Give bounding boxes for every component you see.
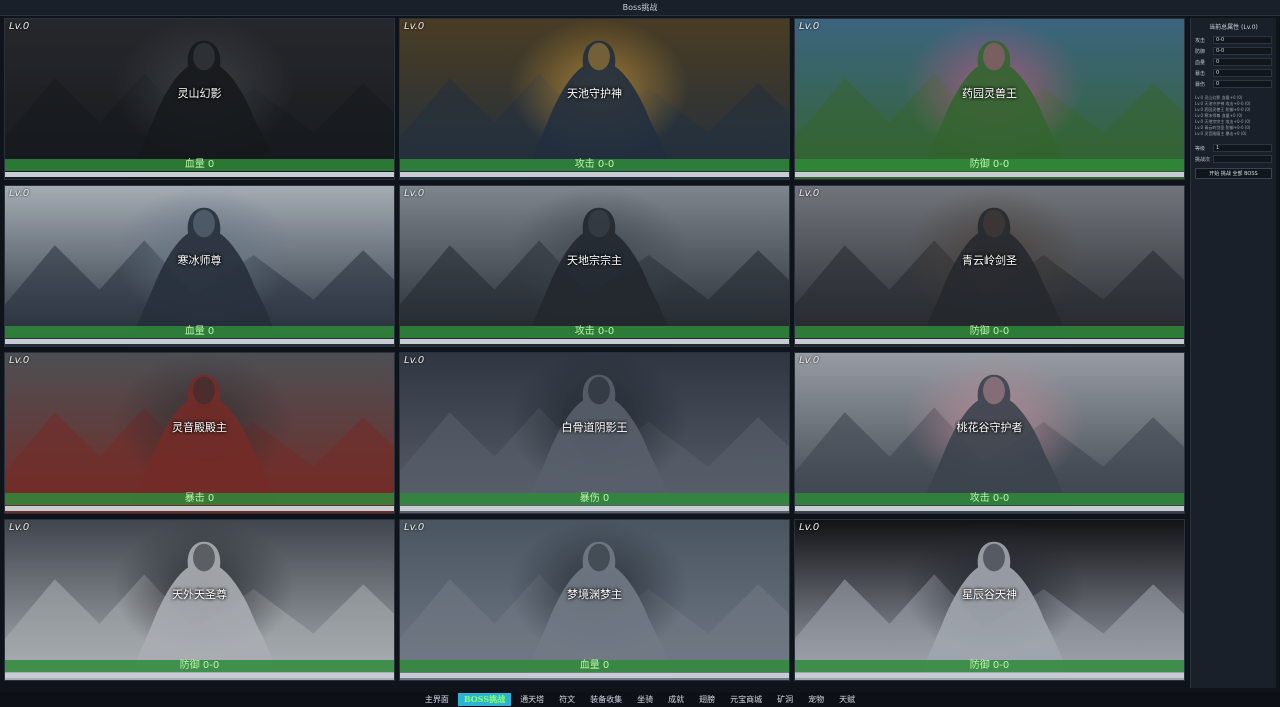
boss-name: 桃花谷守护者 — [956, 421, 1023, 434]
tab-shop[interactable]: 元宝商城 — [724, 693, 768, 706]
boss-stat: 攻击 0-0 — [400, 159, 789, 171]
boss-card[interactable]: Lv.0 天地宗宗主攻击 0-0 — [399, 185, 790, 347]
boss-level: Lv.0 — [404, 522, 425, 533]
tab-boss[interactable]: BOSS挑战 — [457, 693, 512, 706]
stat-row-hp: 血量 0 — [1195, 57, 1272, 67]
boss-level: Lv.0 — [9, 522, 30, 533]
boss-level: Lv.0 — [404, 355, 425, 366]
boss-name: 寒冰师尊 — [177, 254, 222, 267]
stats-panel: 当前总属性 (Lv.0) 攻击 0-0 防御 0-0 血量 0 暴击 0 暴伤 0 Lv.… — [1190, 18, 1276, 688]
boss-name: 药园灵兽王 — [962, 87, 1017, 100]
count-input[interactable] — [1213, 155, 1272, 163]
boss-card[interactable]: Lv.0 天池守护神攻击 0-0 — [399, 18, 790, 180]
boss-progress-bar — [5, 172, 394, 177]
boss-level: Lv.0 — [799, 522, 820, 533]
boss-progress-bar — [5, 339, 394, 344]
boss-progress-bar — [400, 506, 789, 511]
tab-tower[interactable]: 通天塔 — [514, 693, 550, 706]
boss-name: 梦境渊梦主 — [567, 588, 622, 601]
tab-pet[interactable]: 宠物 — [802, 693, 830, 706]
boss-card[interactable]: Lv.0 青云岭剑圣防御 0-0 — [794, 185, 1185, 347]
window-title: Boss挑战 — [0, 0, 1280, 16]
boss-stat: 防御 0-0 — [795, 660, 1184, 672]
boss-progress-bar — [795, 172, 1184, 177]
stats-panel-title: 当前总属性 (Lv.0) — [1209, 24, 1258, 31]
boss-stat: 血量 0 — [5, 326, 394, 338]
boss-stat: 防御 0-0 — [795, 326, 1184, 338]
boss-progress-bar — [5, 673, 394, 678]
boss-level: Lv.0 — [9, 21, 30, 32]
boss-progress-bar — [400, 172, 789, 177]
boss-name: 青云岭剑圣 — [962, 254, 1017, 267]
boss-stat: 血量 0 — [400, 660, 789, 672]
tab-mine[interactable]: 矿洞 — [771, 693, 799, 706]
boss-name: 天池守护神 — [567, 87, 622, 100]
boss-progress-bar — [5, 506, 394, 511]
boss-card[interactable]: Lv.0 药园灵兽王防御 0-0 — [794, 18, 1185, 180]
boss-level: Lv.0 — [799, 355, 820, 366]
boss-stat: 防御 0-0 — [795, 159, 1184, 171]
boss-progress-bar — [795, 506, 1184, 511]
boss-stat: 暴伤 0 — [400, 493, 789, 505]
boss-card[interactable]: Lv.0 天外天圣尊防御 0-0 — [4, 519, 395, 681]
boss-level: Lv.0 — [799, 188, 820, 199]
battle-log: Lv.0 灵山幻影 血量+0 (0) Lv.0 天池守护神 攻击+0-0 (0)… — [1195, 95, 1272, 137]
boss-stat: 防御 0-0 — [5, 660, 394, 672]
boss-card[interactable]: Lv.0 星辰谷天神防御 0-0 — [794, 519, 1185, 681]
boss-card[interactable]: Lv.0 白骨道阴影王暴伤 0 — [399, 352, 790, 514]
boss-card[interactable]: Lv.0 灵山幻影血量 0 — [4, 18, 395, 180]
challenge-all-button[interactable]: 开始 挑战 全部 BOSS — [1195, 168, 1272, 179]
bottom-nav: 主界面 BOSS挑战 通天塔 符文 装备收集 坐骑 成就 翅膀 元宝商城 矿洞 … — [0, 692, 1280, 707]
boss-progress-bar — [795, 339, 1184, 344]
log-line: Lv.0 灵音殿殿主 暴击+0 (0) — [1195, 131, 1247, 136]
boss-level: Lv.0 — [404, 21, 425, 32]
tab-mount[interactable]: 坐骑 — [631, 693, 659, 706]
boss-card[interactable]: Lv.0 灵音殿殿主暴击 0 — [4, 352, 395, 514]
boss-level: Lv.0 — [404, 188, 425, 199]
boss-stat: 暴击 0 — [5, 493, 394, 505]
tab-rune[interactable]: 符文 — [553, 693, 581, 706]
tab-main[interactable]: 主界面 — [419, 693, 455, 706]
tab-equipment[interactable]: 装备收集 — [584, 693, 628, 706]
stat-row-attack: 攻击 0-0 — [1195, 35, 1272, 45]
boss-progress-bar — [400, 673, 789, 678]
boss-name: 天外天圣尊 — [172, 588, 227, 601]
boss-level: Lv.0 — [9, 355, 30, 366]
boss-name: 灵山幻影 — [177, 87, 222, 100]
boss-stat: 攻击 0-0 — [400, 326, 789, 338]
stat-row-defense: 防御 0-0 — [1195, 46, 1272, 56]
boss-name: 灵音殿殿主 — [172, 421, 227, 434]
boss-stat: 血量 0 — [5, 159, 394, 171]
boss-name: 白骨道阴影王 — [561, 421, 628, 434]
boss-card[interactable]: Lv.0 桃花谷守护者攻击 0-0 — [794, 352, 1185, 514]
boss-grid: Lv.0 灵山幻影血量 0 Lv.0 天池守护神攻击 0-0 Lv.0 药园灵兽王防御… — [4, 18, 1186, 688]
boss-name: 星辰谷天神 — [962, 588, 1017, 601]
level-input-row: 等级 1 — [1195, 143, 1272, 153]
boss-level: Lv.0 — [9, 188, 30, 199]
tab-talent[interactable]: 天赋 — [833, 693, 861, 706]
boss-progress-bar — [795, 673, 1184, 678]
boss-progress-bar — [400, 339, 789, 344]
boss-card[interactable]: Lv.0 寒冰师尊血量 0 — [4, 185, 395, 347]
count-input-row: 挑战次 — [1195, 154, 1272, 164]
boss-stat: 攻击 0-0 — [795, 493, 1184, 505]
tab-achievement[interactable]: 成就 — [662, 693, 690, 706]
level-input[interactable]: 1 — [1213, 144, 1272, 152]
tab-wings[interactable]: 翅膀 — [693, 693, 721, 706]
boss-card[interactable]: Lv.0 梦境渊梦主血量 0 — [399, 519, 790, 681]
stat-row-crit: 暴击 0 — [1195, 68, 1272, 78]
stat-row-crit-damage: 暴伤 0 — [1195, 79, 1272, 89]
boss-name: 天地宗宗主 — [567, 254, 622, 267]
boss-level: Lv.0 — [799, 21, 820, 32]
